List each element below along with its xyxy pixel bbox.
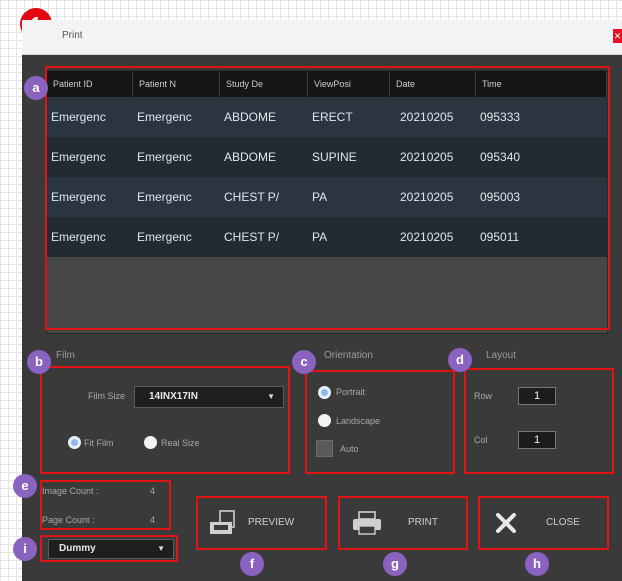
highlight-box-close xyxy=(478,496,609,550)
marker-g: g xyxy=(383,552,407,576)
layout-section-title: Layout xyxy=(486,350,517,361)
highlight-box-print xyxy=(338,496,468,550)
film-section-title: Film xyxy=(56,350,75,361)
highlight-box-grid xyxy=(45,66,610,330)
window-title: Print xyxy=(62,30,83,41)
highlight-box-film xyxy=(40,366,290,474)
marker-h: h xyxy=(525,552,549,576)
highlight-box-preview xyxy=(196,496,327,550)
highlight-box-orientation xyxy=(305,370,455,474)
marker-c: c xyxy=(292,350,316,374)
marker-b: b xyxy=(27,350,51,374)
marker-e: e xyxy=(13,474,37,498)
highlight-box-printer xyxy=(40,535,178,562)
highlight-box-layout xyxy=(464,368,614,474)
marker-a: a xyxy=(24,76,48,100)
marker-i: i xyxy=(13,537,37,561)
window-close-icon[interactable]: ✕ xyxy=(613,29,622,43)
orientation-section-title: Orientation xyxy=(324,350,373,361)
marker-d: d xyxy=(448,348,472,372)
title-bar: Print ✕ xyxy=(22,20,622,55)
highlight-box-counts xyxy=(40,480,171,530)
marker-f: f xyxy=(240,552,264,576)
